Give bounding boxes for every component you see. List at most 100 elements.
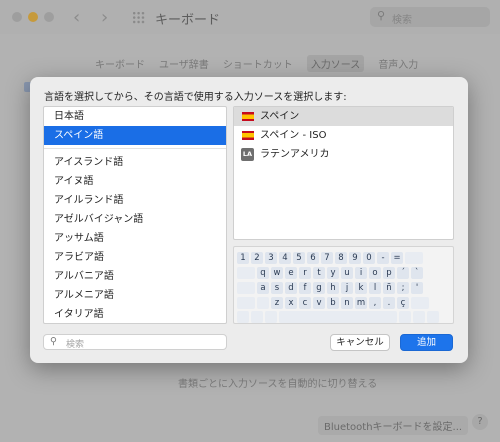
auto-switch-label: 書類ごとに入力ソースを自動的に切り替える (178, 379, 378, 390)
add-button[interactable]: 追加 (400, 334, 453, 351)
la-badge-icon: LA (241, 148, 254, 161)
key: t (313, 267, 325, 279)
key: f (299, 282, 311, 294)
keyboard-layout-preview: 1 2 3 4 5 6 7 8 9 0 - = q w e r t y u i … (233, 246, 454, 324)
search-icon: ⚲ (377, 9, 386, 22)
key-blank (237, 282, 255, 294)
language-item[interactable]: アイルランド語 (44, 191, 226, 210)
list-divider (44, 148, 226, 149)
keyboard-row-numbers: 1 2 3 4 5 6 7 8 9 0 - = (237, 252, 423, 264)
bluetooth-keyboard-button[interactable]: Bluetoothキーボードを設定... (318, 416, 469, 435)
key: ' (411, 282, 423, 294)
tab-shortcuts[interactable]: ショートカット (223, 56, 293, 72)
key: c (299, 297, 311, 309)
key: a (257, 282, 269, 294)
titlebar: ‹ › キーボード ⚲ 検索 (0, 0, 500, 34)
key: 6 (307, 252, 319, 264)
tab-dictation[interactable]: 音声入力 (378, 56, 418, 72)
language-item[interactable]: アルバニア語 (44, 267, 226, 286)
input-source-label: ラテンアメリカ (260, 149, 330, 160)
window-title: キーボード (155, 13, 221, 28)
language-search-input[interactable]: ⚲ 検索 (43, 334, 227, 350)
key-blank (399, 311, 411, 323)
language-item[interactable]: イタリア語 (44, 305, 226, 323)
key: . (383, 297, 395, 309)
key: d (285, 282, 297, 294)
key: 8 (335, 252, 347, 264)
tab-keyboard[interactable]: キーボード (95, 56, 145, 72)
key: r (299, 267, 311, 279)
input-source-label: スペイン - ISO (260, 130, 327, 141)
key: , (369, 297, 381, 309)
key: x (285, 297, 297, 309)
key: ` (411, 267, 423, 279)
input-source-item[interactable]: LA ラテンアメリカ (234, 145, 453, 164)
input-source-label: スペイン (260, 111, 300, 122)
keyboard-row-bottom: z x c v b n m , . ç (237, 297, 429, 309)
language-item[interactable]: アルメニア語 (44, 286, 226, 305)
tab-input-sources[interactable]: 入力ソース (306, 55, 365, 72)
window-search-field[interactable] (370, 7, 490, 27)
language-item[interactable]: アイスランド語 (44, 153, 226, 172)
key-blank (237, 311, 249, 323)
key-blank (405, 252, 423, 264)
key: ´ (397, 267, 409, 279)
add-input-source-sheet: 言語を選択してから、その言語で使用する入力ソースを選択します: 日本語 スペイン… (30, 77, 468, 363)
key: q (257, 267, 269, 279)
key: m (355, 297, 367, 309)
key: 2 (251, 252, 263, 264)
key: = (391, 252, 403, 264)
key: j (341, 282, 353, 294)
input-source-item-selected[interactable]: スペイン (234, 107, 453, 126)
key: z (271, 297, 283, 309)
language-item-selected[interactable]: スペイン語 (44, 126, 226, 145)
language-item[interactable]: アッサム語 (44, 229, 226, 248)
key: 7 (321, 252, 333, 264)
search-icon: ⚲ (50, 336, 57, 347)
language-list[interactable]: 日本語 スペイン語 アイスランド語 アイヌ語 アイルランド語 アゼルバイジャン語… (43, 106, 227, 324)
language-item[interactable]: アゼルバイジャン語 (44, 210, 226, 229)
key: 4 (279, 252, 291, 264)
key: 0 (363, 252, 375, 264)
language-item[interactable]: 日本語 (44, 107, 226, 126)
key: o (369, 267, 381, 279)
key: n (341, 297, 353, 309)
keyboard-row-top: q w e r t y u i o p ´ ` (237, 267, 423, 279)
zoom-window-button[interactable] (44, 12, 54, 22)
grid-icon[interactable] (132, 11, 145, 24)
key: 1 (237, 252, 249, 264)
key-blank (237, 297, 255, 309)
window-search-placeholder: 検索 (392, 15, 412, 26)
key-blank (251, 311, 263, 323)
key: 3 (265, 252, 277, 264)
key: s (271, 282, 283, 294)
cancel-button[interactable]: キャンセル (330, 334, 390, 351)
search-placeholder: 検索 (66, 340, 85, 350)
help-button[interactable]: ? (472, 414, 488, 430)
close-window-button[interactable] (12, 12, 22, 22)
preference-tabs: キーボード ユーザ辞書 ショートカット 入力ソース 音声入力 (95, 55, 418, 72)
tab-user-dictionary[interactable]: ユーザ辞書 (159, 56, 209, 72)
language-item[interactable]: アイヌ語 (44, 172, 226, 191)
key: b (327, 297, 339, 309)
key-space (279, 311, 397, 323)
key: h (327, 282, 339, 294)
key: y (327, 267, 339, 279)
key-blank (257, 297, 269, 309)
key: g (313, 282, 325, 294)
key-blank (413, 311, 425, 323)
key: 9 (349, 252, 361, 264)
key: k (355, 282, 367, 294)
language-item[interactable]: アラビア語 (44, 248, 226, 267)
key-blank (265, 311, 277, 323)
key: 5 (293, 252, 305, 264)
back-arrow-icon[interactable]: ‹ (73, 7, 80, 28)
key: - (377, 252, 389, 264)
input-source-item[interactable]: スペイン - ISO (234, 126, 453, 145)
input-source-list[interactable]: スペイン スペイン - ISO LA ラテンアメリカ (233, 106, 454, 240)
keyboard-row-space (237, 311, 439, 323)
minimize-window-button[interactable] (28, 12, 38, 22)
key: p (383, 267, 395, 279)
forward-arrow-icon[interactable]: › (101, 7, 108, 28)
keyboard-row-home: a s d f g h j k l ñ ; ' (237, 282, 423, 294)
